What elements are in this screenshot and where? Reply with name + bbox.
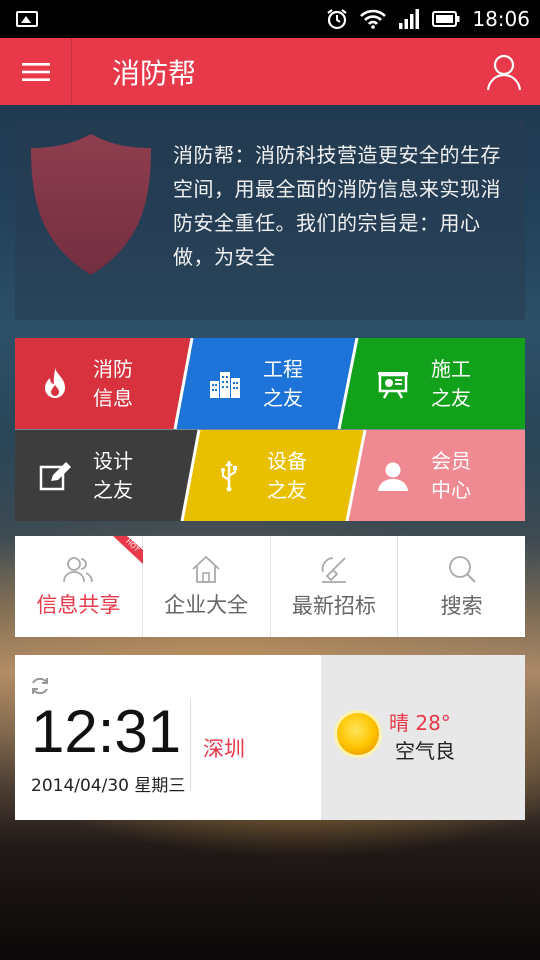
people-icon <box>63 556 94 582</box>
hot-badge: HOT <box>113 536 143 564</box>
signal-strength-icon <box>399 9 420 29</box>
clock-time: 12:31 <box>31 698 182 765</box>
nav-company-directory[interactable]: 企业大全 <box>143 536 271 637</box>
menu-button[interactable] <box>0 38 72 105</box>
nav-label: 搜索 <box>440 593 483 618</box>
buildings-icon <box>205 364 245 404</box>
user-outline-icon <box>486 54 522 90</box>
tile-equipment[interactable]: 设备 之友 <box>209 430 307 521</box>
app-bar: 消防帮 <box>0 38 540 105</box>
refresh-icon[interactable] <box>29 675 51 697</box>
shield-icon <box>31 134 151 275</box>
tile-fire-info[interactable]: 消防 信息 <box>35 338 133 429</box>
hamburger-menu-icon <box>21 62 50 81</box>
nav-label: 最新招标 <box>291 593 376 618</box>
alarm-clock-icon <box>327 9 348 30</box>
tile-engineering[interactable]: 工程 之友 <box>205 338 303 429</box>
presentation-board-icon <box>373 364 413 404</box>
tile-design[interactable]: 设计 之友 <box>35 430 133 521</box>
nav-latest-tenders[interactable]: 最新招标 <box>271 536 399 637</box>
usb-icon <box>209 456 249 496</box>
tile-member-center[interactable]: 会员 中心 <box>373 430 471 521</box>
divider <box>190 699 191 791</box>
pencil-edit-icon <box>35 456 75 496</box>
clock-date: 2014/04/30 星期三 <box>31 776 186 796</box>
city-name[interactable]: 深圳 <box>203 733 245 763</box>
app-title: 消防帮 <box>112 56 197 90</box>
nav-label: 信息共享 <box>36 592 121 617</box>
fire-icon <box>35 364 75 404</box>
category-grid: 消防 信息 工程 之友 施工 之友 设计 之友 设备 之友 会员 中心 <box>15 338 525 521</box>
megaphone-icon <box>321 556 346 583</box>
battery-icon <box>432 11 460 27</box>
house-icon <box>192 555 220 583</box>
tile-label: 设备 之友 <box>267 448 307 502</box>
tile-label: 设计 之友 <box>93 448 133 502</box>
status-time: 18:06 <box>472 7 530 31</box>
tile-label: 施工 之友 <box>431 356 471 410</box>
wifi-icon <box>360 9 387 29</box>
weather-panel: 晴 28° 空气良 <box>321 655 525 820</box>
user-profile-button[interactable] <box>468 38 540 105</box>
user-icon <box>373 456 413 496</box>
nav-label: 企业大全 <box>164 592 249 617</box>
nav-info-share[interactable]: 信息共享 HOT <box>15 536 143 637</box>
weather-condition: 晴 28° <box>389 711 451 735</box>
weather-widget: 12:31 2014/04/30 星期三 深圳 晴 28° 空气良 <box>15 655 525 820</box>
air-quality: 空气良 <box>395 739 455 763</box>
gallery-notification-icon <box>16 11 38 27</box>
tile-construction[interactable]: 施工 之友 <box>373 338 471 429</box>
clock-panel: 12:31 2014/04/30 星期三 深圳 <box>15 655 321 820</box>
quick-nav-bar: 信息共享 HOT 企业大全 最新招标 搜索 <box>15 536 525 637</box>
tile-label: 工程 之友 <box>263 356 303 410</box>
sunny-weather-icon <box>334 710 382 758</box>
tile-label: 消防 信息 <box>93 356 133 410</box>
nav-search[interactable]: 搜索 <box>398 536 525 637</box>
tile-label: 会员 中心 <box>431 448 471 502</box>
search-icon <box>448 555 476 583</box>
intro-card: 消防帮：消防科技营造更安全的生存空间，用最全面的消防信息来实现消防安全重任。我们… <box>15 120 525 320</box>
intro-description: 消防帮：消防科技营造更安全的生存空间，用最全面的消防信息来实现消防安全重任。我们… <box>173 143 501 269</box>
status-bar: 18:06 <box>0 0 540 38</box>
